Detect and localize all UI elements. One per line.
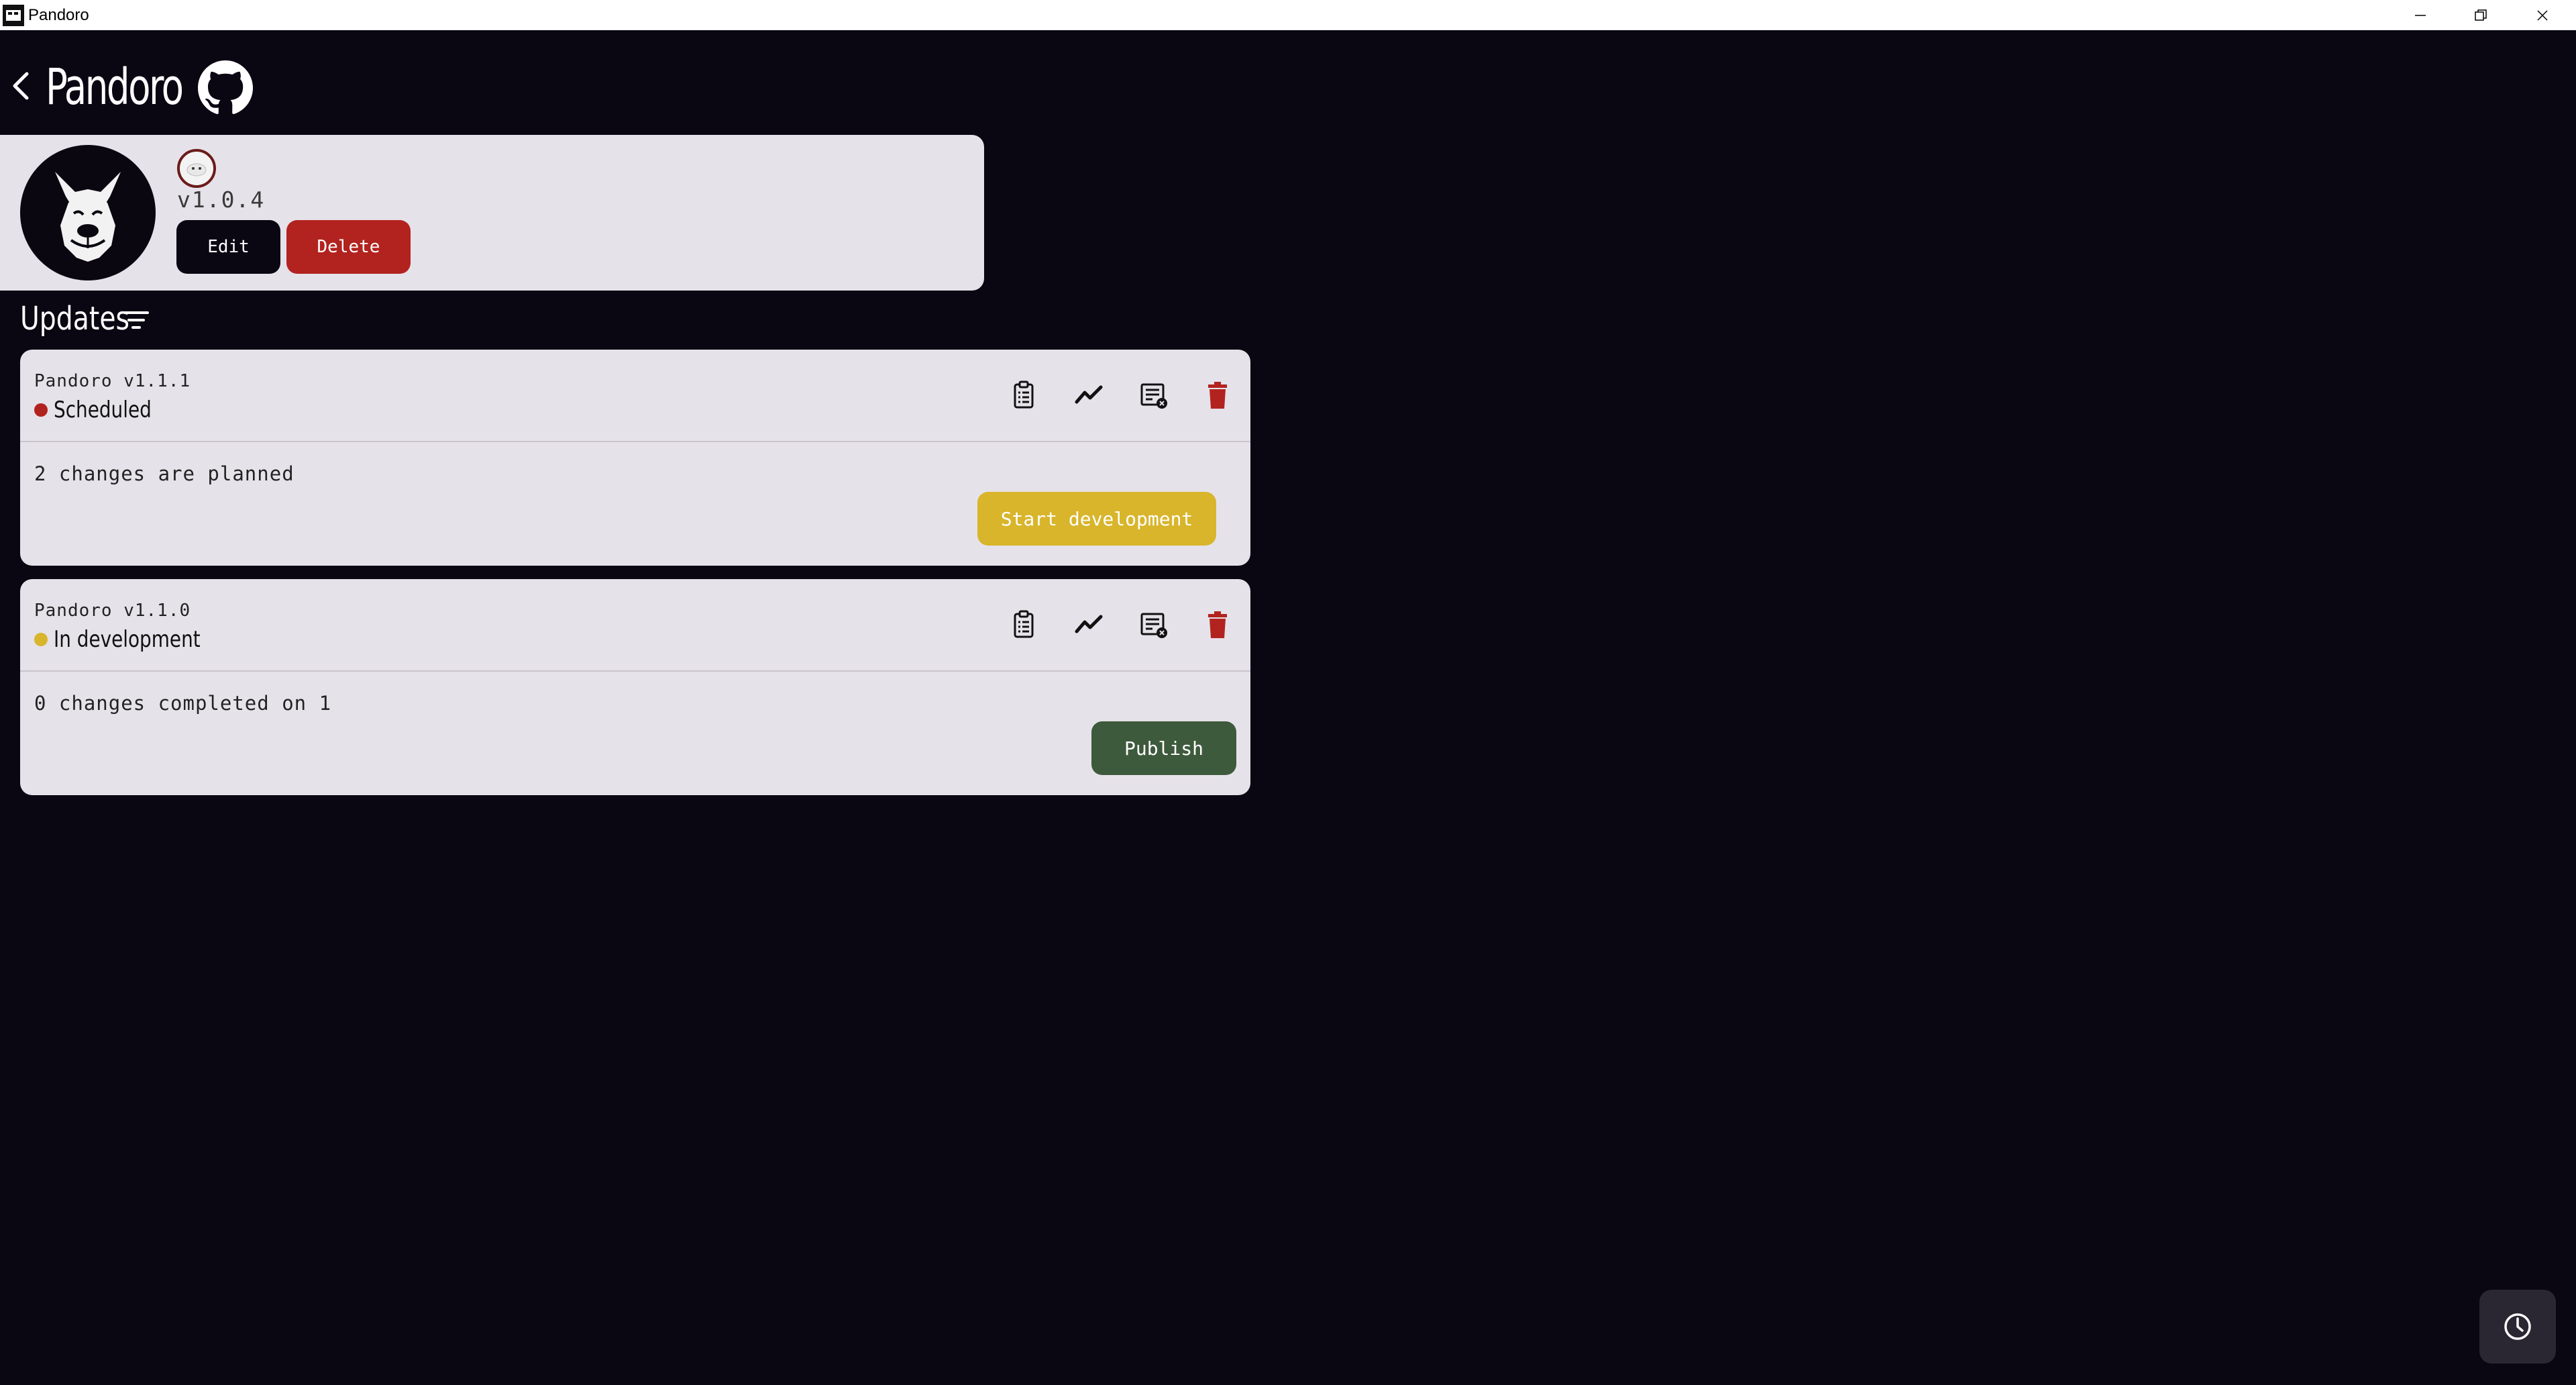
update-summary: 2 changes are planned xyxy=(34,462,294,485)
page-title: Pandoro xyxy=(46,58,184,116)
trash-icon[interactable] xyxy=(1199,376,1236,414)
divider xyxy=(20,670,1250,672)
update-summary: 0 changes completed on 1 xyxy=(34,692,332,715)
github-icon[interactable] xyxy=(198,60,253,115)
update-card-header: Pandoro v1.1.1 Scheduled xyxy=(20,350,1250,441)
history-button[interactable] xyxy=(2479,1290,2556,1364)
update-status: In development xyxy=(54,626,201,653)
update-card-header: Pandoro v1.1.0 In development xyxy=(20,579,1250,670)
window-titlebar: Pandoro xyxy=(0,0,2576,30)
update-name: Pandoro v1.1.0 xyxy=(34,601,191,621)
start-development-button[interactable]: Start development xyxy=(977,492,1216,546)
chevron-left-icon[interactable] xyxy=(9,70,32,102)
filter-icon[interactable] xyxy=(122,307,150,333)
delete-button[interactable]: Delete xyxy=(286,220,411,274)
publish-button[interactable]: Publish xyxy=(1091,721,1236,775)
update-name: Pandoro v1.1.1 xyxy=(34,371,191,391)
report-icon[interactable] xyxy=(1135,606,1173,644)
project-version: v1.0.4 xyxy=(177,187,266,213)
updates-heading: Updates xyxy=(20,300,130,338)
trend-icon[interactable] xyxy=(1070,606,1108,644)
clipboard-icon[interactable] xyxy=(1005,376,1042,414)
edit-button[interactable]: Edit xyxy=(176,220,280,274)
update-card: Pandoro v1.1.1 Scheduled 2 changes are p… xyxy=(20,350,1250,566)
update-card: Pandoro v1.1.0 In development 0 changes … xyxy=(20,579,1250,795)
project-logo xyxy=(20,145,156,280)
trash-icon[interactable] xyxy=(1199,606,1236,644)
window-title: Pandoro xyxy=(28,5,89,24)
clipboard-icon[interactable] xyxy=(1005,606,1042,644)
status-dot xyxy=(34,403,48,417)
trend-icon[interactable] xyxy=(1070,376,1108,414)
minimize-button[interactable] xyxy=(2390,0,2451,30)
close-window-button[interactable] xyxy=(2512,0,2573,30)
divider xyxy=(20,441,1250,442)
app-icon xyxy=(3,4,24,26)
member-avatar[interactable] xyxy=(177,149,216,188)
clock-icon xyxy=(2504,1313,2531,1340)
update-status: Scheduled xyxy=(54,397,152,423)
report-icon[interactable] xyxy=(1135,376,1173,414)
status-dot xyxy=(34,633,48,646)
restore-button[interactable] xyxy=(2450,0,2512,30)
